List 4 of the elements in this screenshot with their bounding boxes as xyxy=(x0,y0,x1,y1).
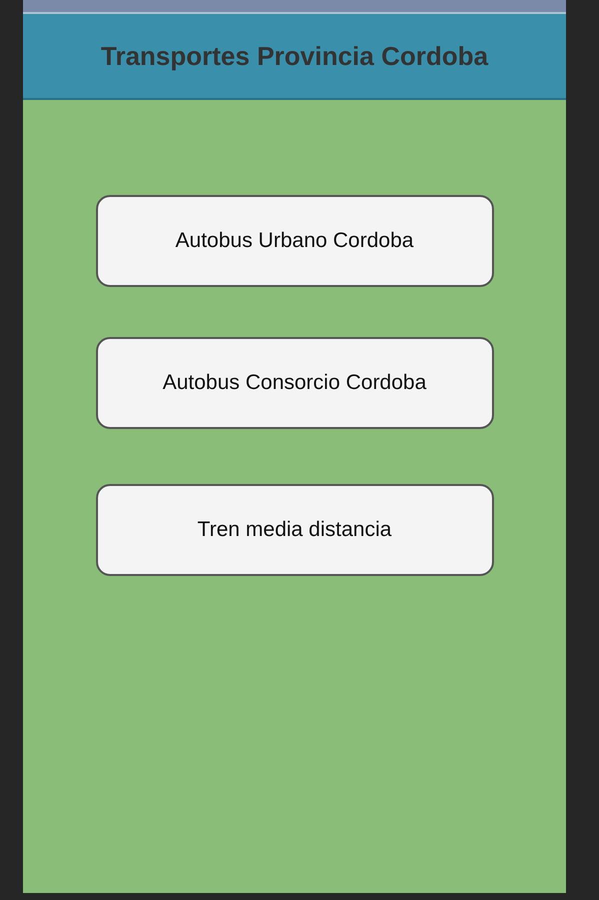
menu-button[interactable]: Autobus Urbano Cordoba xyxy=(96,195,494,287)
menu-button[interactable]: Tren media distancia xyxy=(96,484,494,576)
app-title: Transportes Provincia Cordoba xyxy=(100,40,488,72)
menu-button[interactable]: Autobus Consorcio Cordoba xyxy=(96,337,494,429)
